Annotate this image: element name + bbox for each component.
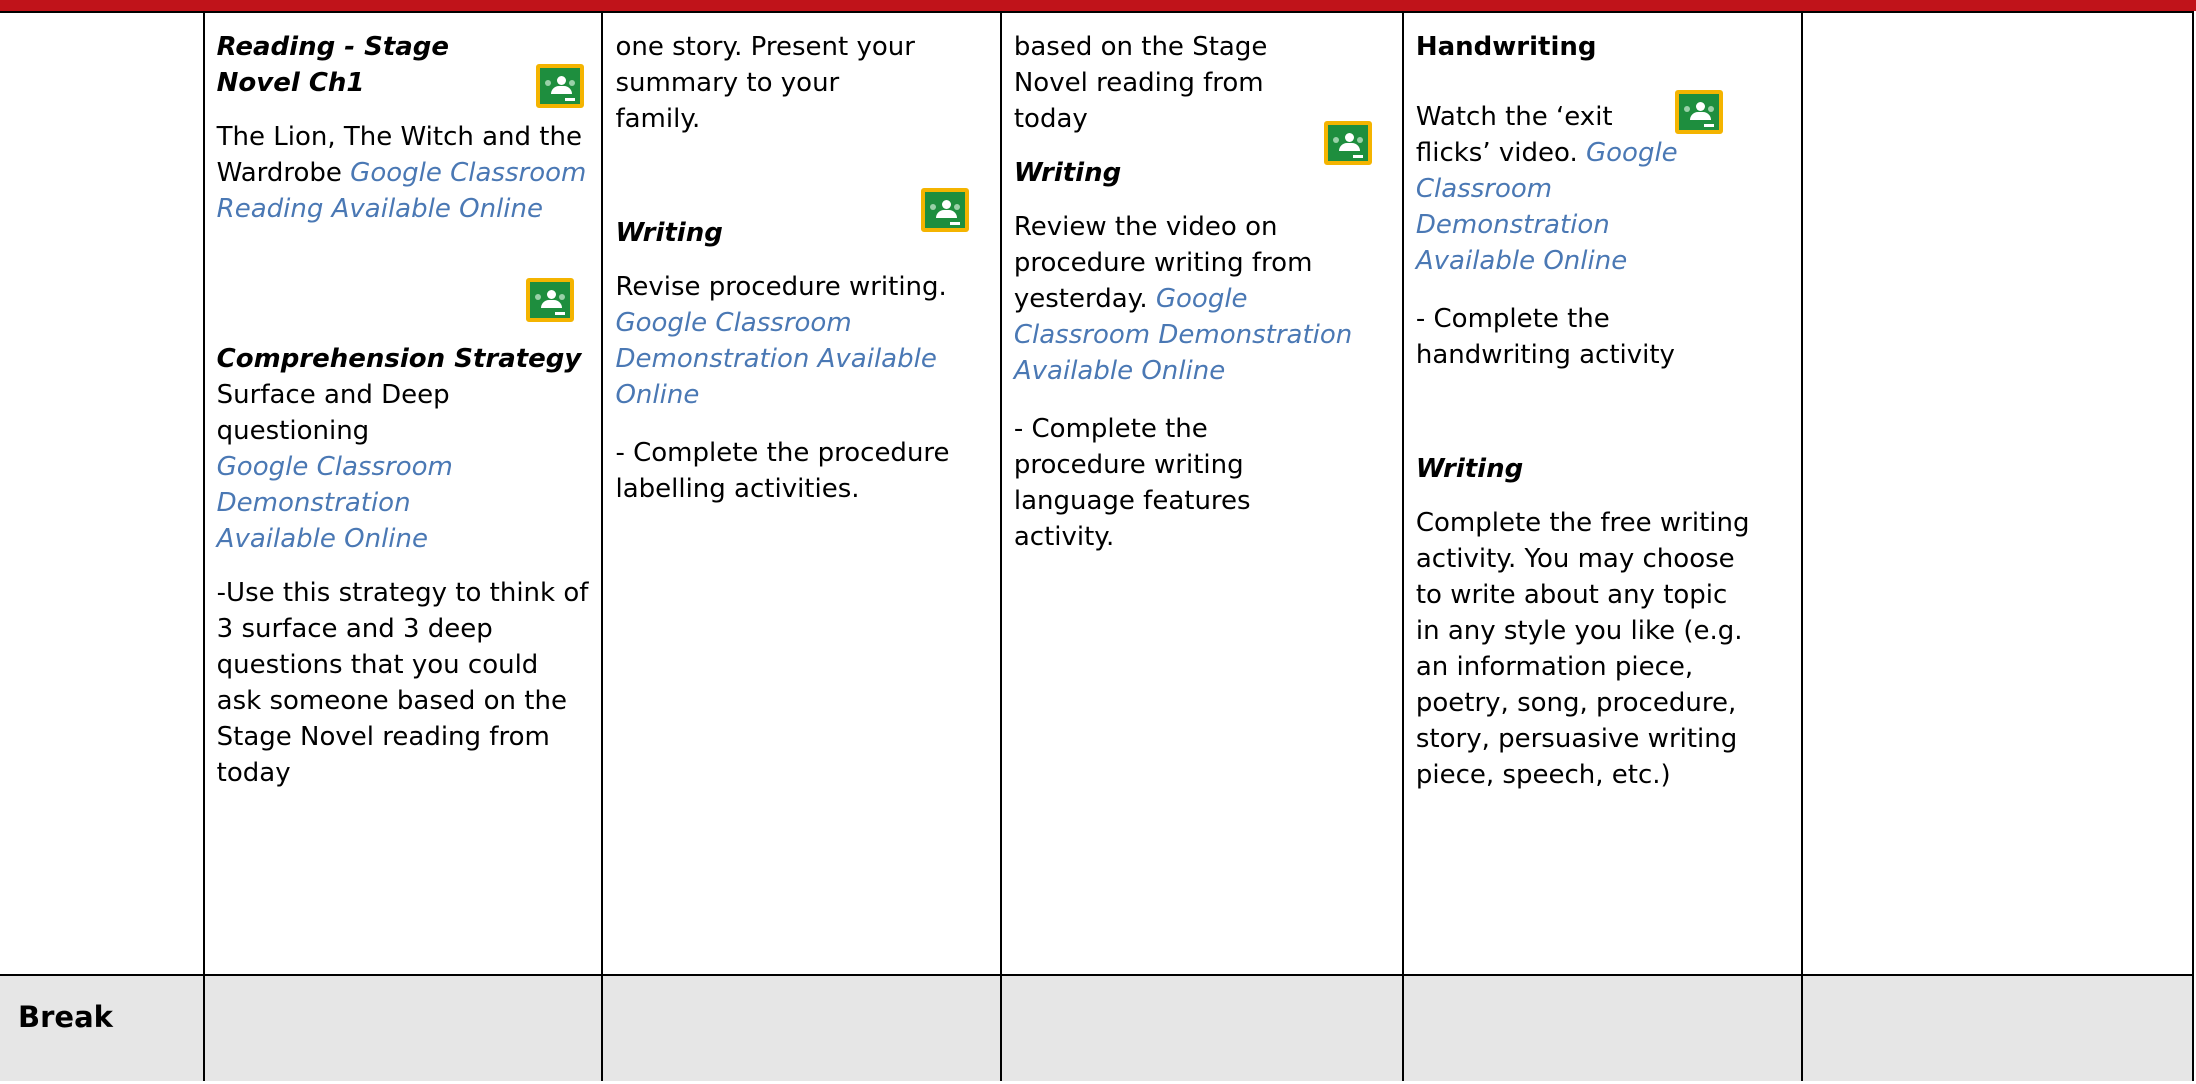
continued-text: one story. Present your summary to your … — [615, 32, 915, 134]
timetable-grid: Reading - Stage Novel Ch1 The Lion, The … — [0, 11, 2194, 1081]
day-column-5 — [1801, 11, 2194, 976]
literacy-row: Reading - Stage Novel Ch1 The Lion, The … — [0, 11, 2194, 976]
break-cell — [202, 974, 604, 1081]
writing-heading: Writing — [1415, 454, 1524, 484]
break-label: Break — [18, 1000, 113, 1034]
continued-text: based on the Stage Novel reading from to… — [1013, 32, 1268, 134]
row-label-cell — [0, 11, 205, 976]
writing-text: Revise procedure writing. — [615, 272, 947, 302]
writing-task: - Complete the procedure writing languag… — [1013, 414, 1251, 552]
writing-paragraph: Review the video on procedure writing fr… — [1014, 209, 1390, 389]
comprehension-text: Surface and Deep questioning — [216, 380, 450, 446]
reading-paragraph: The Lion, The Witch and the Wardrobe Goo… — [217, 119, 590, 227]
handwriting-text: Watch the ‘exit flicks’ video. — [1415, 102, 1613, 168]
comprehension-task: -Use this strategy to think of 3 surface… — [216, 578, 589, 788]
top-accent-bar — [0, 0, 2196, 11]
writing-online-link[interactable]: Google Classroom Demonstration Available… — [615, 308, 936, 410]
break-cell — [1401, 974, 1804, 1081]
writing-paragraph: Revise procedure writing. Google Classro… — [615, 269, 955, 413]
comprehension-heading: Comprehension Strategy — [216, 344, 582, 374]
comprehension-paragraph: Comprehension Strategy Surface and Deep q… — [217, 341, 590, 557]
free-writing-text: Complete the free writing activity. You … — [1415, 508, 1750, 790]
break-row: Break — [0, 974, 2194, 1081]
google-classroom-icon[interactable] — [1674, 90, 1723, 134]
break-label-cell: Break — [0, 974, 205, 1081]
handwriting-task: - Complete the handwriting activity — [1415, 304, 1675, 370]
day-column-1: Reading - Stage Novel Ch1 The Lion, The … — [202, 11, 604, 976]
handwriting-paragraph: Watch the ‘exit flicks’ video. Google Cl… — [1416, 99, 1678, 279]
writing-task: - Complete the procedure labelling activ… — [615, 438, 950, 504]
comprehension-online-link[interactable]: Google Classroom Demonstration Available… — [217, 449, 527, 557]
reading-heading: Reading - Stage Novel Ch1 — [216, 32, 450, 98]
break-cell — [999, 974, 1404, 1081]
day-column-4: Handwriting Watch the ‘exit flicks’ vide… — [1401, 11, 1804, 976]
day-column-2: one story. Present your summary to your … — [601, 11, 1002, 976]
google-classroom-icon[interactable] — [535, 64, 584, 108]
google-classroom-icon[interactable] — [921, 188, 970, 232]
break-cell — [1801, 974, 2194, 1081]
break-cell — [601, 974, 1002, 1081]
day-column-3: based on the Stage Novel reading from to… — [999, 11, 1404, 976]
google-classroom-icon[interactable] — [525, 278, 574, 322]
google-classroom-icon[interactable] — [1323, 121, 1372, 165]
handwriting-heading: Handwriting — [1415, 32, 1597, 62]
